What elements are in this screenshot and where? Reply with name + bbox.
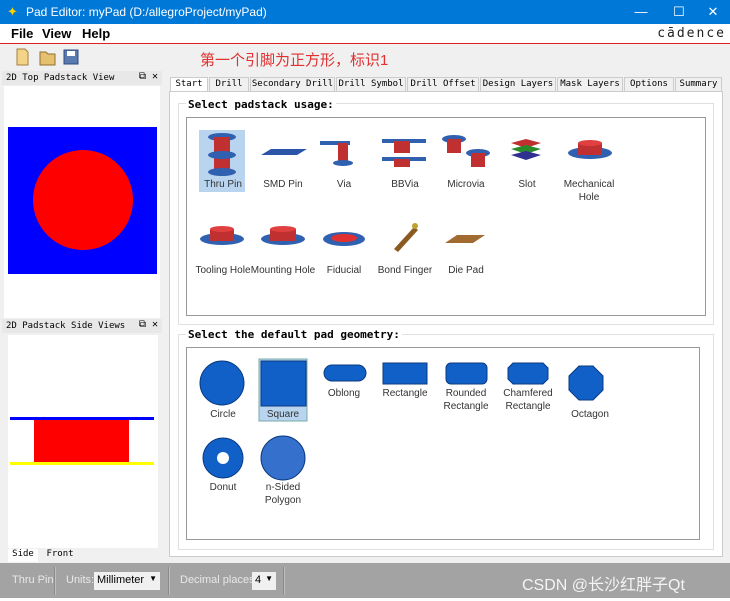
geometry-label[interactable]: Square xyxy=(248,408,318,421)
minimize-button[interactable]: — xyxy=(631,4,651,19)
thru-pin-icon[interactable] xyxy=(208,133,236,176)
oblong-icon[interactable] xyxy=(323,364,367,382)
tab-drill-offset[interactable]: Drill Offset xyxy=(407,77,479,91)
tab-design-layers[interactable]: Design Layers xyxy=(480,77,556,91)
bond-finger-icon[interactable] xyxy=(394,223,418,252)
rectangle-icon[interactable] xyxy=(382,362,428,385)
annotation-text: 第一个引脚为正方形，标识1 xyxy=(200,52,389,69)
pad-top-shape xyxy=(33,150,133,250)
decimal-value: 4 xyxy=(255,574,262,586)
tab-options[interactable]: Options xyxy=(624,77,674,91)
geometry-label[interactable]: Octagon xyxy=(555,408,625,421)
separator xyxy=(54,567,56,595)
geometry-label[interactable]: Rectangle xyxy=(370,387,440,400)
die-pad-icon[interactable] xyxy=(445,235,485,243)
usage-label[interactable]: Mounting Hole xyxy=(248,264,318,277)
chamfered-rectangle-icon[interactable] xyxy=(507,362,549,385)
n-sided-polygon-icon[interactable] xyxy=(260,435,306,481)
tab-front[interactable]: Front xyxy=(40,549,80,562)
title-bar: ✦ Pad Editor: myPad (D:/allegroProject/m… xyxy=(0,0,730,24)
geometry-label[interactable]: Chamfered Rectangle xyxy=(493,387,563,413)
usage-label[interactable]: Slot xyxy=(492,178,562,191)
close-button[interactable]: ✕ xyxy=(703,4,723,20)
side-view-title: 2D Padstack Side Views xyxy=(6,321,126,331)
octagon-icon[interactable] xyxy=(568,365,604,401)
donut-hole xyxy=(217,452,229,464)
status-bar: Thru Pin Units: Millimeter ▼ Decimal plac… xyxy=(0,563,730,598)
usage-label[interactable]: Mechanical Hole xyxy=(554,178,624,204)
bottom-layer-line xyxy=(10,462,154,465)
side-view-header: 2D Padstack Side Views ⧉ ✕ xyxy=(2,319,162,333)
menu-help[interactable]: Help xyxy=(82,26,110,41)
geometry-label[interactable]: Rounded Rectangle xyxy=(431,387,501,413)
units-value: Millimeter xyxy=(97,574,145,586)
tab-secondary-drill[interactable]: Secondary Drill xyxy=(250,77,335,91)
usage-label[interactable]: Die Pad xyxy=(431,264,501,277)
usage-label[interactable]: Microvia xyxy=(431,178,501,191)
geometry-title: Select the default pad geometry: xyxy=(186,328,402,341)
menu-bar: File View Help cādence xyxy=(0,24,730,44)
via-icon[interactable] xyxy=(320,141,353,166)
new-file-icon[interactable] xyxy=(16,48,29,66)
geometry-label[interactable]: n-Sided Polygon xyxy=(248,481,318,507)
fiducial-icon[interactable] xyxy=(323,232,365,246)
toolbar-icons xyxy=(16,48,79,66)
window-title: Pad Editor: myPad (D:/allegroProject/myP… xyxy=(26,5,267,19)
square-icon[interactable] xyxy=(260,360,307,407)
slot-icon[interactable] xyxy=(511,139,541,160)
chevron-down-icon: ▼ xyxy=(149,574,157,583)
tooling-hole-icon[interactable] xyxy=(200,226,244,245)
open-folder-icon[interactable] xyxy=(39,51,56,66)
rounded-rectangle-icon[interactable] xyxy=(445,362,488,385)
side-view-canvas xyxy=(8,335,158,548)
float-close-icons[interactable]: ⧉ ✕ xyxy=(139,319,158,330)
float-close-icons[interactable]: ⧉ ✕ xyxy=(139,71,158,82)
units-label: Units: xyxy=(66,574,95,586)
usage-title: Select padstack usage: xyxy=(186,98,336,111)
drill-body xyxy=(34,420,129,462)
mechanical-hole-icon[interactable] xyxy=(568,140,612,159)
usage-label[interactable]: Bond Finger xyxy=(370,264,440,277)
toolbar: 第一个引脚为正方形，标识1 xyxy=(0,44,730,69)
usage-label[interactable]: Fiducial xyxy=(309,264,379,277)
tab-drill[interactable]: Drill xyxy=(209,77,249,91)
tab-side[interactable]: Side xyxy=(8,549,38,562)
usage-status: Thru Pin xyxy=(12,574,54,586)
mounting-hole-icon[interactable] xyxy=(261,226,305,245)
usage-icons xyxy=(199,130,612,252)
top-view-header: 2D Top Padstack View ⧉ ✕ xyxy=(2,71,162,85)
chevron-down-icon: ▼ xyxy=(265,574,273,583)
tab-drill-symbol[interactable]: Drill Symbol xyxy=(336,77,406,91)
top-view-title: 2D Top Padstack View xyxy=(6,73,115,83)
cadence-logo: cādence xyxy=(657,26,726,41)
menu-file[interactable]: File xyxy=(11,26,33,41)
geometry-icons xyxy=(199,358,604,481)
tab-start[interactable]: Start xyxy=(170,77,208,91)
microvia-icon[interactable] xyxy=(442,135,490,167)
circle-icon[interactable] xyxy=(199,360,245,406)
smd-pin-icon[interactable] xyxy=(261,149,307,155)
decimal-label: Decimal places: xyxy=(180,574,258,586)
tab-mask-layers[interactable]: Mask Layers xyxy=(557,77,623,91)
decimal-select[interactable]: 4 ▼ xyxy=(252,572,276,590)
top-view-canvas xyxy=(4,86,160,318)
usage-label[interactable]: Via xyxy=(309,178,379,191)
tab-summary[interactable]: Summary xyxy=(675,77,722,91)
app-icon: ✦ xyxy=(7,4,18,19)
separator xyxy=(168,567,170,595)
geometry-label[interactable]: Oblong xyxy=(309,387,379,400)
units-select[interactable]: Millimeter ▼ xyxy=(94,572,160,590)
watermark: CSDN @长沙红胖子Qt xyxy=(522,577,685,594)
usage-label[interactable]: BBVia xyxy=(370,178,440,191)
usage-label[interactable]: SMD Pin xyxy=(248,178,318,191)
save-icon[interactable] xyxy=(63,49,79,65)
separator xyxy=(283,567,285,595)
menu-view[interactable]: View xyxy=(42,26,71,41)
bbvia-icon[interactable] xyxy=(382,139,426,167)
maximize-button[interactable]: ☐ xyxy=(669,4,689,20)
